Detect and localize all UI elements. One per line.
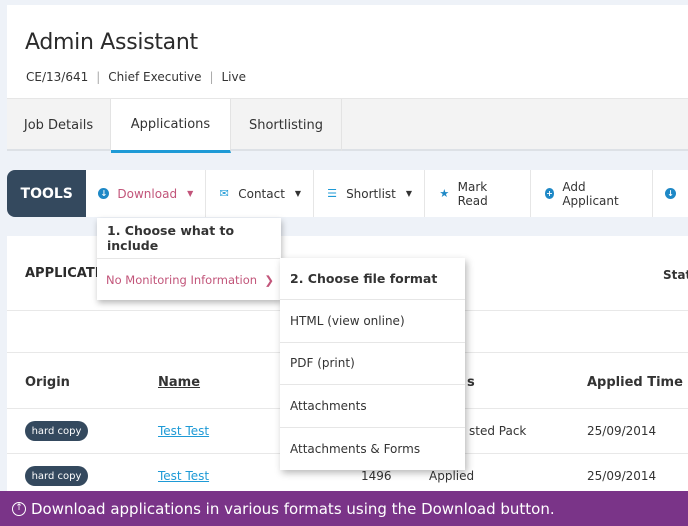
caret-down-icon: ▼ bbox=[405, 189, 413, 198]
column-header-applied-time[interactable]: Applied Time bbox=[587, 375, 683, 390]
tip-text: Download applications in various formats… bbox=[31, 499, 555, 518]
tools-label: TOOLS bbox=[7, 170, 87, 217]
origin-badge: hard copy bbox=[25, 421, 88, 441]
job-department: Chief Executive bbox=[108, 70, 202, 84]
format-html-option[interactable]: HTML (view online) bbox=[280, 300, 465, 343]
tab-bar: Job Details Applications Shortlisting bbox=[7, 98, 688, 153]
page-title: Admin Assistant bbox=[25, 30, 198, 55]
application-status: Applied bbox=[429, 469, 475, 483]
applications-title: APPLICATI bbox=[25, 266, 100, 281]
separator: | bbox=[209, 70, 214, 84]
file-format-heading: 2. Choose file format bbox=[280, 258, 465, 300]
chevron-right-icon: ❯ bbox=[264, 272, 274, 287]
download-label: Download bbox=[117, 186, 178, 201]
job-header: Admin Assistant CE/13/641 | Chief Execut… bbox=[7, 5, 688, 153]
tools-bar: TOOLS ↓ Download ▼ ✉ Contact ▼ ☰ Shortli… bbox=[7, 170, 688, 217]
application-status: sted Pack bbox=[469, 424, 527, 438]
mark-read-label: Mark Read bbox=[457, 179, 488, 208]
separator: | bbox=[96, 70, 101, 84]
download-circle-icon: ↓ bbox=[98, 188, 110, 199]
status-filter-label: Statu bbox=[663, 268, 688, 282]
tab-job-details[interactable]: Job Details bbox=[7, 99, 111, 151]
applicant-id: 1496 bbox=[361, 469, 392, 483]
envelope-icon: ✉ bbox=[219, 187, 229, 200]
add-applicant-label: Add Applicant bbox=[562, 179, 619, 208]
arrow-up-circle-icon: ↑ bbox=[12, 501, 26, 516]
column-header-name[interactable]: Name bbox=[158, 375, 200, 390]
include-menu-heading: 1. Choose what to include bbox=[97, 218, 281, 259]
applicant-name-link[interactable]: Test Test bbox=[158, 424, 209, 438]
tab-applications[interactable]: Applications bbox=[111, 99, 231, 153]
shortlist-button[interactable]: ☰ Shortlist ▼ bbox=[314, 170, 426, 217]
list-icon: ☰ bbox=[327, 187, 337, 200]
more-tool-button[interactable]: ↓ bbox=[653, 170, 688, 217]
column-header-status[interactable]: s bbox=[467, 375, 475, 390]
contact-button[interactable]: ✉ Contact ▼ bbox=[206, 170, 315, 217]
job-status: Live bbox=[221, 70, 247, 84]
caret-down-icon: ▼ bbox=[294, 189, 302, 198]
contact-label: Contact bbox=[238, 186, 285, 201]
applied-time: 25/09/2014 bbox=[587, 469, 657, 483]
tab-shortlisting[interactable]: Shortlisting bbox=[231, 99, 342, 151]
mark-read-button[interactable]: ★ Mark Read bbox=[425, 170, 531, 217]
job-reference: CE/13/641 bbox=[26, 70, 89, 84]
format-pdf-option[interactable]: PDF (print) bbox=[280, 343, 465, 385]
column-header-origin: Origin bbox=[25, 375, 70, 390]
star-icon: ★ bbox=[439, 187, 450, 200]
download-include-menu: 1. Choose what to include No Monitoring … bbox=[97, 218, 281, 300]
format-attachments-option[interactable]: Attachments bbox=[280, 385, 465, 428]
download-button[interactable]: ↓ Download ▼ bbox=[86, 170, 207, 217]
plus-circle-icon: + bbox=[544, 188, 555, 199]
shortlist-label: Shortlist bbox=[346, 186, 396, 201]
origin-badge: hard copy bbox=[25, 466, 88, 486]
file-format-menu: 2. Choose file format HTML (view online)… bbox=[280, 258, 465, 470]
add-applicant-button[interactable]: + Add Applicant bbox=[530, 170, 653, 217]
tip-banner: ↑ Download applications in various forma… bbox=[0, 491, 688, 526]
no-monitoring-option[interactable]: No Monitoring Information ❯ bbox=[97, 259, 281, 300]
applicant-name-link[interactable]: Test Test bbox=[158, 469, 209, 483]
applied-time: 25/09/2014 bbox=[587, 424, 657, 438]
no-monitoring-label: No Monitoring Information bbox=[106, 272, 258, 287]
format-attachments-forms-option[interactable]: Attachments & Forms bbox=[280, 428, 465, 471]
caret-down-icon: ▼ bbox=[187, 189, 194, 198]
job-meta: CE/13/641 | Chief Executive | Live bbox=[26, 70, 246, 84]
download-circle-icon: ↓ bbox=[665, 188, 676, 199]
